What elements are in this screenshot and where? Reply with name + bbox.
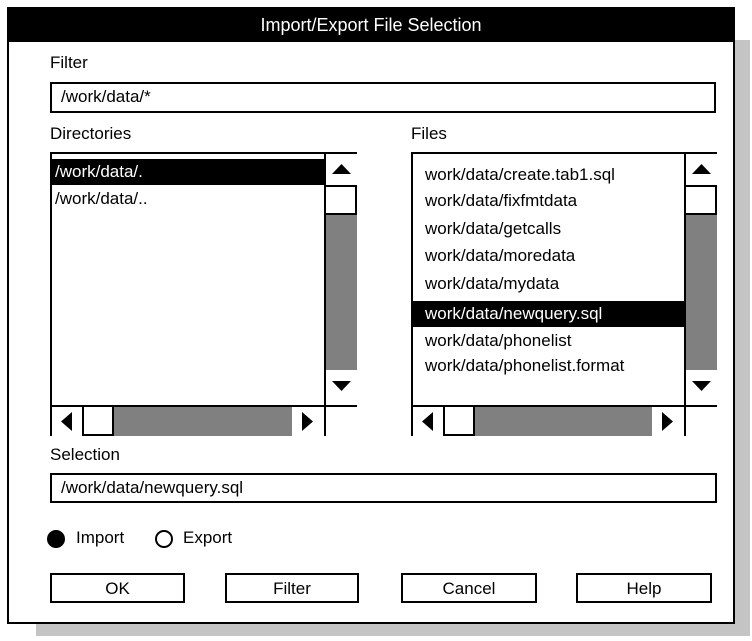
files-scroll-down-button[interactable] — [686, 370, 717, 401]
files-list-item[interactable]: work/data/moredata — [413, 243, 684, 269]
files-vscroll-trough[interactable] — [686, 215, 717, 370]
help-button[interactable]: Help — [576, 573, 712, 603]
files-list-item[interactable]: work/data/phonelist.format — [413, 353, 684, 379]
filter-label: Filter — [50, 53, 88, 72]
directories-list-item[interactable]: /work/data/. — [52, 159, 324, 185]
files-list-item[interactable]: work/data/getcalls — [413, 216, 684, 242]
files-vscrollbar[interactable] — [684, 154, 717, 405]
directories-list-item[interactable]: /work/data/.. — [52, 186, 324, 212]
files-scroll-left-button[interactable] — [413, 407, 443, 436]
file-selection-dialog: Import/Export File Selection Filter /wor… — [7, 7, 735, 624]
files-scroll-up-button[interactable] — [686, 154, 717, 185]
directories-vscrollbar[interactable] — [324, 154, 357, 405]
left-arrow-icon — [61, 412, 72, 431]
directories-list-area: /work/data/./work/data/.. — [52, 154, 324, 405]
down-arrow-icon — [692, 381, 711, 391]
directories-vscroll-thumb[interactable] — [324, 185, 357, 215]
files-list: work/data/create.tab1.sql work/data/fixfm… — [411, 152, 717, 436]
directories-hscrollbar[interactable] — [52, 405, 324, 436]
files-scroll-right-button[interactable] — [652, 407, 682, 436]
cancel-button[interactable]: Cancel — [401, 573, 537, 603]
directories-hscroll-thumb[interactable] — [82, 405, 114, 436]
selection-input[interactable]: /work/data/newquery.sql — [50, 473, 717, 503]
export-radio-label: Export — [183, 528, 233, 547]
import-radio[interactable] — [47, 530, 65, 548]
files-list-item[interactable]: work/data/mydata — [413, 271, 684, 297]
files-hscroll-trough[interactable] — [475, 407, 652, 436]
filter-button[interactable]: Filter — [225, 573, 359, 603]
files-list-item[interactable]: work/data/newquery.sql — [413, 301, 684, 327]
files-scroll-corner — [684, 405, 717, 436]
down-arrow-icon — [332, 381, 351, 391]
directories-scroll-up-button[interactable] — [326, 154, 357, 185]
files-list-item[interactable]: work/data/fixfmtdata — [413, 188, 684, 214]
files-label: Files — [411, 124, 447, 143]
left-arrow-icon — [422, 412, 433, 431]
files-list-item[interactable]: work/data/create.tab1.sql — [413, 162, 684, 188]
filter-input[interactable]: /work/data/* — [50, 82, 716, 113]
files-list-item[interactable]: work/data/phonelist — [413, 328, 684, 354]
files-hscrollbar[interactable] — [413, 405, 684, 436]
up-arrow-icon — [332, 164, 351, 174]
directories-scroll-down-button[interactable] — [326, 370, 357, 401]
directories-scroll-right-button[interactable] — [292, 407, 322, 436]
directories-vscroll-trough[interactable] — [326, 215, 357, 370]
export-radio[interactable] — [155, 530, 173, 548]
selection-label: Selection — [50, 445, 120, 464]
directories-label: Directories — [50, 124, 132, 143]
right-arrow-icon — [302, 412, 313, 431]
dialog-title: Import/Export File Selection — [9, 9, 733, 42]
directories-scroll-corner — [324, 405, 357, 436]
up-arrow-icon — [692, 164, 711, 174]
import-radio-label: Import — [76, 528, 125, 547]
ok-button[interactable]: OK — [50, 573, 185, 603]
files-vscroll-thumb[interactable] — [684, 185, 717, 215]
directories-hscroll-trough[interactable] — [114, 407, 292, 436]
right-arrow-icon — [662, 412, 673, 431]
files-list-area: work/data/create.tab1.sql work/data/fixfm… — [413, 154, 684, 405]
files-hscroll-thumb[interactable] — [443, 405, 475, 436]
directories-list: /work/data/./work/data/.. — [50, 152, 357, 436]
directories-scroll-left-button[interactable] — [52, 407, 82, 436]
